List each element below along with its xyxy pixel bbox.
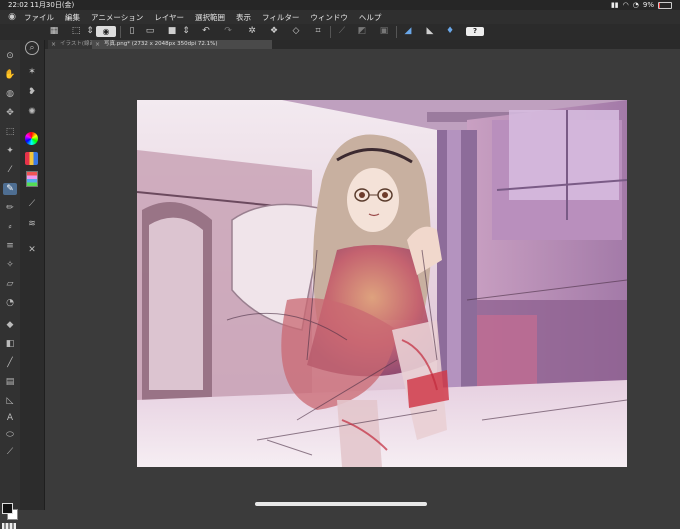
undo-icon[interactable]: ↶ xyxy=(200,26,212,37)
signal-icon: ▮▮ xyxy=(610,1,619,9)
menu-animation[interactable]: アニメーション xyxy=(91,12,143,23)
crop-icon[interactable]: ⌗ xyxy=(312,26,324,37)
select-tool-icon[interactable]: ◍ xyxy=(3,88,17,100)
fill-settings-icon[interactable]: ❖ xyxy=(268,26,280,37)
color-wheel-icon[interactable] xyxy=(25,132,38,145)
layer-fill-icon[interactable]: ◩ xyxy=(356,26,368,37)
zoom-tool-icon[interactable]: ⊙ xyxy=(3,50,17,62)
hand-tool-icon[interactable]: ✋ xyxy=(3,69,17,81)
eye-icon[interactable]: ◉ xyxy=(96,26,116,37)
drawing-canvas[interactable] xyxy=(137,100,627,467)
subtool-brush-icon[interactable]: ✶ xyxy=(25,66,39,78)
command-bar: « » ▦ ⬚ ⇕ ◉ ▯ ▭ ■ ⇕ ↶ ↷ ✲ ❖ ◇ ⌗ ⟋ ◩ ▣ ◢ … xyxy=(0,24,680,60)
pencil-tool-icon[interactable]: ✏ xyxy=(3,202,17,214)
ruler-icon[interactable]: ⟋ xyxy=(336,26,348,37)
subtool-sparkle-icon[interactable]: ✺ xyxy=(25,106,39,118)
transform-icon[interactable]: ⬚ xyxy=(70,26,82,37)
eraser-icon[interactable]: ◇ xyxy=(290,26,302,37)
status-time: 22:02 xyxy=(8,1,29,9)
pen-tool-icon[interactable]: ✎ xyxy=(3,183,17,195)
clear-icon[interactable]: ▣ xyxy=(378,26,390,37)
subtool-drop-icon[interactable]: ❥ xyxy=(25,86,39,98)
open-folder-icon[interactable]: ▭ xyxy=(144,26,156,37)
battery-icon xyxy=(658,1,672,9)
status-bar: 22:02 11月30日(金) ▮▮ ◠ ◔ 9% xyxy=(0,0,680,10)
new-file-icon[interactable]: ▯ xyxy=(126,26,138,37)
snap-grid-icon[interactable]: ◣ xyxy=(424,26,436,37)
status-date: 11月30日(金) xyxy=(30,1,75,9)
decoration-tool-icon[interactable]: ✧ xyxy=(3,259,17,271)
battery-percent: 9% xyxy=(642,1,654,9)
save-icon[interactable]: ■ xyxy=(166,26,178,37)
correct-line-tool-icon[interactable]: ⟋ xyxy=(3,446,17,458)
status-right: ▮▮ ◠ ◔ 9% xyxy=(611,0,672,10)
layer-stack-icon[interactable]: ≋ xyxy=(25,218,39,230)
home-indicator[interactable] xyxy=(255,502,427,506)
redo-icon[interactable]: ↷ xyxy=(222,26,234,37)
stepper-icon[interactable]: ⇕ xyxy=(84,26,96,37)
fill-tool-icon[interactable]: ◆ xyxy=(3,319,17,331)
blend-tool-icon[interactable]: ◔ xyxy=(3,297,17,309)
snap-special-icon[interactable]: ♦ xyxy=(444,26,456,37)
tool-palette: ⊙ ✋ ◍ ✥ ⬚ ✦ ⁄ ✎ ✏ ⸗ ≡ ✧ ▱ ◔ ◆ ◧ ╱ ▤ ◺ A … xyxy=(0,40,20,529)
menu-window[interactable]: ウィンドウ xyxy=(310,12,348,23)
save-stepper-icon[interactable]: ⇕ xyxy=(180,26,192,37)
brush-tool-icon[interactable]: ⸗ xyxy=(3,221,17,233)
artwork xyxy=(137,100,627,467)
ruler-tool-icon[interactable]: ◺ xyxy=(3,395,17,407)
brush-size-icon[interactable]: ⟋ xyxy=(25,198,39,210)
snap-ruler-icon[interactable]: ◢ xyxy=(402,26,414,37)
menu-file[interactable]: ファイル xyxy=(24,12,54,23)
tab-label: 写真.png* (2732 x 2048px 350dpi 72.1%) xyxy=(104,41,218,47)
menu-edit[interactable]: 編集 xyxy=(65,12,80,23)
headphones-icon: ◠ xyxy=(622,1,629,9)
gradient-tool-icon[interactable]: ◧ xyxy=(3,338,17,350)
grid-view-icon[interactable]: ▦ xyxy=(48,26,60,37)
eraser-tool-icon[interactable]: ▱ xyxy=(3,278,17,290)
transparent-color-swatch[interactable] xyxy=(2,523,16,529)
frame-tool-icon[interactable]: ▤ xyxy=(3,376,17,388)
balloon-tool-icon[interactable]: ⬭ xyxy=(3,429,17,441)
marquee-tool-icon[interactable]: ⬚ xyxy=(3,126,17,138)
menu-selection[interactable]: 選択範囲 xyxy=(195,12,225,23)
color-set-icon[interactable] xyxy=(25,152,38,165)
foreground-color-swatch[interactable] xyxy=(2,503,13,514)
menu-bar: ◉ ファイル 編集 アニメーション レイヤー 選択範囲 表示 フィルター ウィン… xyxy=(0,10,680,24)
tab-close-icon[interactable]: × xyxy=(95,40,100,49)
navigator-icon[interactable]: ✕ xyxy=(25,244,39,256)
menu-layer[interactable]: レイヤー xyxy=(154,12,184,23)
figure-tool-icon[interactable]: ╱ xyxy=(3,357,17,369)
color-history-icon[interactable] xyxy=(26,171,38,187)
move-tool-icon[interactable]: ✥ xyxy=(3,107,17,119)
loading-icon[interactable]: ✲ xyxy=(246,26,258,37)
clip-studio-logo-icon[interactable]: ◉ xyxy=(6,12,18,22)
menu-help[interactable]: ヘルプ xyxy=(359,12,382,23)
wifi-icon: ◔ xyxy=(632,1,639,9)
menu-view[interactable]: 表示 xyxy=(236,12,251,23)
search-icon[interactable]: ⌕ xyxy=(25,41,39,55)
airbrush-tool-icon[interactable]: ≡ xyxy=(3,240,17,252)
eyedropper-tool-icon[interactable]: ⁄ xyxy=(3,164,17,176)
help-button[interactable]: ? xyxy=(466,27,484,36)
tab-close-icon[interactable]: × xyxy=(51,40,56,49)
text-tool-icon[interactable]: A xyxy=(3,412,17,424)
tab-photo[interactable]: × 写真.png* (2732 x 2048px 350dpi 72.1%) xyxy=(92,40,272,49)
subtool-palette: ⌕ ✶ ❥ ✺ ⟋ ≋ ✕ xyxy=(20,40,45,510)
document-tab-bar: × イラスト(線画) × 写真.png* (2732 x 2048px 350d… xyxy=(44,40,680,49)
menu-filter[interactable]: フィルター xyxy=(262,12,299,23)
auto-select-tool-icon[interactable]: ✦ xyxy=(3,145,17,157)
